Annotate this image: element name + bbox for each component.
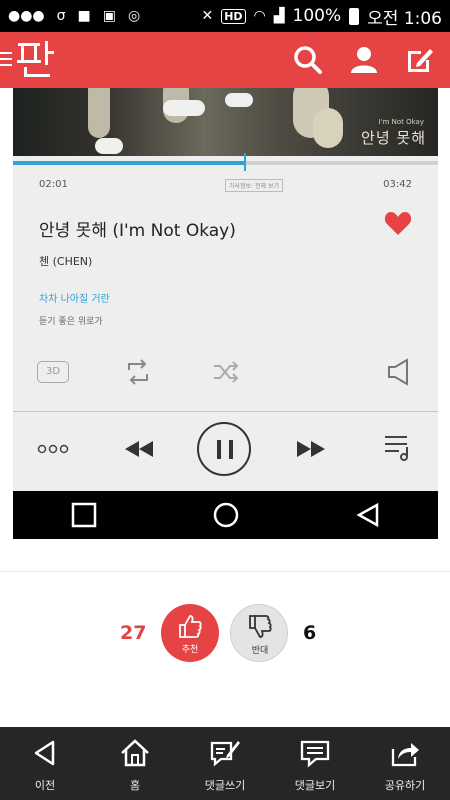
lyrics-badge[interactable]: 가사정보: 전체 보기 — [225, 179, 283, 192]
repeat-icon[interactable] — [123, 357, 153, 387]
oppose-count: 6 — [303, 622, 317, 644]
artist-name: 첸 (CHEN) — [39, 255, 93, 268]
share-icon — [391, 743, 419, 767]
thumbs-up-icon — [179, 615, 202, 638]
recommend-button[interactable]: 추천 — [161, 604, 219, 662]
nav-view-comments-button[interactable]: 댓글보기 — [270, 727, 360, 800]
battery-icon — [349, 7, 360, 25]
home-icon — [121, 739, 149, 767]
chat-icon: ●●● — [8, 8, 45, 24]
pann-logo[interactable] — [14, 37, 58, 81]
mute-icon: ✕ — [201, 8, 214, 24]
3d-button[interactable]: 3D — [37, 361, 69, 383]
nav-share-label: 공유하기 — [384, 779, 426, 792]
music-player-image: I'm Not Okay 안녕 못해 02:01 가사정보: 전체 보기 03:… — [13, 88, 438, 538]
playlist-icon[interactable] — [383, 433, 413, 463]
back-icon — [34, 740, 55, 766]
duration-time: 03:42 — [383, 179, 412, 190]
recommend-label: 추천 — [181, 645, 199, 655]
status-bar: ●●● σ ■ ▣ ◎ ✕ HD ◠ ▟ 100% 오전 1:06 — [0, 0, 450, 32]
oppose-label: 반대 — [251, 646, 269, 656]
talk-icon: ◎ — [128, 8, 141, 24]
lyric-current: 차차 나아질 거란 — [39, 294, 110, 305]
nav-share-button[interactable]: 공유하기 — [360, 727, 450, 800]
nav-view-comments-label: 댓글보기 — [294, 779, 336, 792]
song-title: 안녕 못해 (I'm Not Okay) — [39, 221, 236, 241]
recent-apps-icon[interactable] — [71, 502, 97, 528]
network-type: HD — [221, 8, 246, 24]
recommend-count: 27 — [120, 622, 147, 644]
wifi-icon: ◠ — [253, 8, 266, 24]
lyric-next: 듣기 좋은 위로가 — [39, 317, 103, 327]
profile-icon[interactable] — [348, 44, 380, 76]
nav-back-button[interactable]: 이전 — [0, 727, 90, 800]
rewind-icon[interactable] — [125, 441, 153, 457]
clock: 오전 1:06 — [367, 8, 442, 29]
nav-home-label: 홈 — [129, 779, 141, 792]
write-comment-icon — [210, 741, 240, 767]
app-bar — [0, 32, 450, 88]
android-nav-bar — [13, 491, 438, 539]
progress-fill — [13, 161, 245, 165]
nav-home-button[interactable]: 홈 — [90, 727, 180, 800]
home-circle-icon[interactable] — [212, 501, 240, 529]
nav-write-comment-label: 댓글쓰기 — [204, 779, 246, 792]
shuffle-icon[interactable] — [211, 357, 241, 387]
bottom-nav: 이전 홈 댓글쓰기 댓글보기 공유하기 — [0, 727, 450, 800]
oppose-button[interactable]: 반대 — [230, 604, 288, 662]
notification-icon: σ — [56, 8, 66, 24]
elapsed-time: 02:01 — [39, 179, 68, 190]
write-post-icon[interactable] — [404, 44, 436, 76]
album-art: I'm Not Okay 안녕 못해 — [13, 88, 438, 156]
volume-icon[interactable] — [385, 357, 413, 387]
app-notification-icon: ■ — [77, 8, 91, 24]
view-comments-icon — [300, 740, 330, 768]
progress-knob[interactable] — [243, 153, 246, 171]
pause-button[interactable] — [197, 422, 251, 476]
nav-write-comment-button[interactable]: 댓글쓰기 — [180, 727, 270, 800]
more-icon[interactable] — [37, 444, 69, 454]
signal-icon: ▟ — [273, 8, 285, 24]
thumbs-down-icon — [249, 615, 272, 638]
back-triangle-icon[interactable] — [355, 502, 381, 528]
album-title: 안녕 못해 — [361, 129, 426, 147]
progress-bar[interactable] — [13, 153, 438, 171]
fast-forward-icon[interactable] — [297, 441, 325, 457]
battery-percent: 100% — [292, 6, 342, 26]
gallery-icon: ▣ — [102, 8, 116, 24]
heart-icon[interactable] — [383, 208, 413, 238]
album-subtitle: I'm Not Okay — [378, 118, 424, 126]
menu-icon[interactable] — [0, 52, 12, 66]
search-icon[interactable] — [292, 44, 324, 76]
nav-back-label: 이전 — [34, 779, 56, 792]
